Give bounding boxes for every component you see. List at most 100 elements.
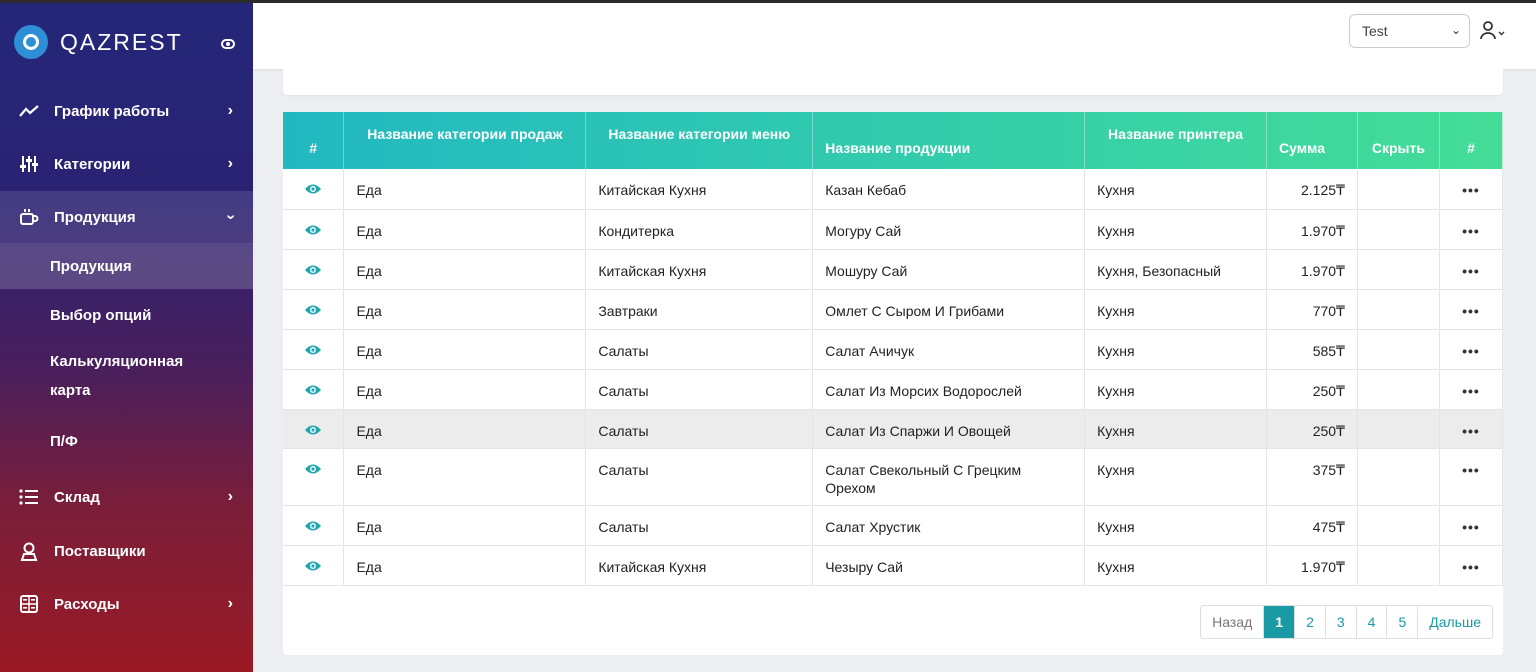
sum-cell: 770₸ [1266,289,1358,330]
hide-cell[interactable] [1357,249,1440,290]
view-cell [283,289,345,330]
col-header-actions: # [1439,112,1504,169]
sidebar-subitem-options[interactable]: Выбор опций [0,293,253,337]
product-name-cell: Салат Свекольный С Грецким Орехом [812,448,1086,506]
eye-icon[interactable] [304,518,322,530]
pagination-page-3[interactable]: 3 [1326,606,1357,638]
pagination-prev[interactable]: Назад [1201,606,1265,638]
view-cell [283,209,345,250]
hide-cell[interactable] [1357,209,1440,250]
hide-cell[interactable] [1357,545,1440,586]
eye-icon[interactable] [304,262,322,274]
coffee-cup-icon [18,206,40,228]
sidebar-subitem-products[interactable]: Продукция [0,243,253,289]
row-actions-cell: ••• [1439,545,1504,586]
table-row[interactable]: Еда Завтраки Омлет С Сыром И Грибами Кухня 7… [283,289,1504,330]
view-cell [283,545,345,586]
chevron-right-icon: › [227,488,233,505]
table-row[interactable]: Еда Салаты Салат Ачичук Кухня 585₸ ••• [283,329,1504,370]
pagination-page-1[interactable]: 1 [1264,606,1296,638]
eye-icon[interactable] [304,302,322,314]
more-options-icon[interactable]: ••• [1462,462,1480,478]
table-row[interactable]: Еда Китайская Кухня Мошуру Сай Кухня, Безоп… [283,249,1504,290]
eye-icon[interactable] [304,382,322,394]
sum-cell: 375₸ [1266,448,1358,506]
hide-cell[interactable] [1357,289,1440,330]
col-header-product-name[interactable]: Название продукции [812,112,1086,169]
sales-category-cell: Еда [343,329,587,370]
table-row[interactable]: Еда Салаты Салат Свекольный С Грецким Орех… [283,448,1504,506]
more-options-icon[interactable]: ••• [1462,519,1480,535]
table-row[interactable]: Еда Салаты Салат Из Морсих Водорослей Кухня… [283,369,1504,410]
pagination-page-4[interactable]: 4 [1357,606,1388,638]
printer-name-cell: Кухня [1084,289,1267,330]
sum-cell: 1.970₸ [1266,209,1358,250]
more-options-icon[interactable]: ••• [1462,182,1480,198]
sidebar-subitem-label: П/Ф [50,432,78,450]
more-options-icon[interactable]: ••• [1462,263,1480,279]
hide-cell[interactable] [1357,369,1440,410]
sidebar-item-schedule[interactable]: График работы › [0,86,253,136]
eye-icon[interactable] [304,558,322,570]
menu-category-cell: Салаты [585,409,814,449]
chart-line-icon [18,100,40,122]
sidebar: QAZREST График работы › Категории › Прод… [0,3,253,672]
sum-cell: 585₸ [1266,329,1358,370]
sum-cell: 1.970₸ [1266,249,1358,290]
sidebar-subitem-calc-card[interactable]: Калькуляционная карта [0,343,253,409]
row-actions-cell: ••• [1439,329,1504,370]
printer-name-cell: Кухня, Безопасный [1084,249,1267,290]
pagination-page-5[interactable]: 5 [1387,606,1419,638]
sidebar-item-expenses[interactable]: Расходы › [0,579,253,629]
hide-cell[interactable] [1357,409,1440,449]
eye-icon[interactable] [304,342,322,354]
sidebar-toggle-icon[interactable] [221,39,235,49]
table-row[interactable]: Еда Салаты Салат Хрустик Кухня 475₸ ••• [283,505,1504,546]
more-options-icon[interactable]: ••• [1462,223,1480,239]
location-select[interactable]: Test ⌄ [1349,14,1470,48]
view-cell [283,169,345,210]
sidebar-item-warehouse[interactable]: Склад › [0,472,253,522]
row-actions-cell: ••• [1439,249,1504,290]
col-header-sum[interactable]: Сумма [1266,112,1358,169]
sidebar-item-suppliers[interactable]: Поставщики [0,526,253,576]
eye-icon[interactable] [304,422,322,434]
hide-cell[interactable] [1357,448,1440,506]
sidebar-item-label: Склад [54,488,100,506]
more-options-icon[interactable]: ••• [1462,303,1480,319]
table-row[interactable]: Еда Китайская Кухня Казан Кебаб Кухня 2.125₸… [283,169,1504,210]
table-row[interactable]: Еда Китайская Кухня Чезыру Сай Кухня 1.970₸ •… [283,545,1504,586]
eye-icon[interactable] [304,461,322,473]
more-options-icon[interactable]: ••• [1462,559,1480,575]
col-header-printer-name[interactable]: Название принтера [1084,112,1267,169]
hide-cell[interactable] [1357,505,1440,546]
col-header-sales-category[interactable]: Название категории продаж [343,112,587,169]
more-options-icon[interactable]: ••• [1462,383,1480,399]
col-header-menu-category[interactable]: Название категории меню [585,112,814,169]
view-cell [283,505,345,546]
menu-category-cell: Салаты [585,329,814,370]
printer-name-cell: Кухня [1084,209,1267,250]
brand[interactable]: QAZREST [14,25,183,59]
view-cell [283,369,345,410]
product-name-cell: Мошуру Сай [812,249,1086,290]
eye-icon[interactable] [304,181,322,194]
chevron-right-icon: › [227,155,233,172]
eye-icon[interactable] [304,222,322,234]
pagination-next[interactable]: Дальше [1418,606,1492,638]
sidebar-item-categories[interactable]: Категории › [0,139,253,189]
table-row[interactable]: Еда Кондитерка Могуру Сай Кухня 1.970₸ ••• [283,209,1504,250]
sidebar-item-products[interactable]: Продукция › [0,191,253,243]
hide-cell[interactable] [1357,169,1440,210]
pagination-page-2[interactable]: 2 [1295,606,1326,638]
more-options-icon[interactable]: ••• [1462,423,1480,439]
sidebar-item-label: Поставщики [54,542,146,560]
printer-name-cell: Кухня [1084,369,1267,410]
user-icon[interactable] [1479,20,1505,42]
chevron-down-icon: › [222,214,240,220]
hide-cell[interactable] [1357,329,1440,370]
table-row[interactable]: Еда Салаты Салат Из Спаржи И Овощей Кухня 25… [283,409,1504,449]
more-options-icon[interactable]: ••• [1462,343,1480,359]
sidebar-subitem-semi-finished[interactable]: П/Ф [0,419,253,463]
user-badge-icon [18,540,40,562]
